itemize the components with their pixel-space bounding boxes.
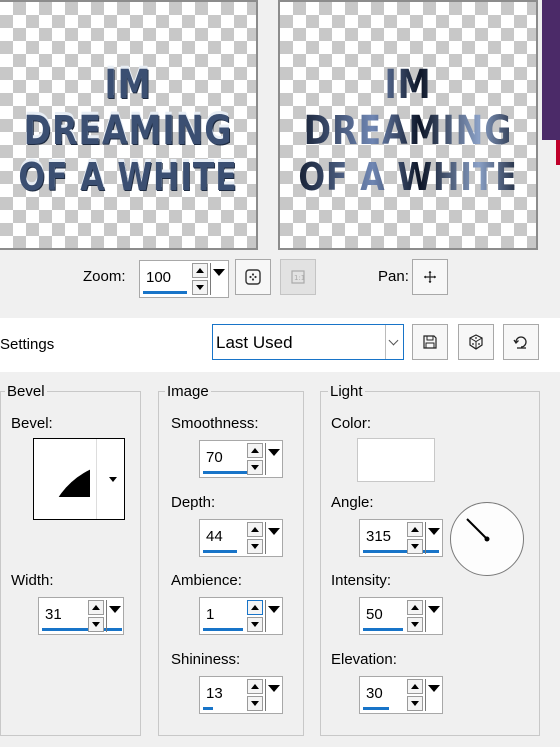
- dropdown-arrow-icon[interactable]: [109, 477, 117, 482]
- ambience-stepper-arrows[interactable]: [247, 600, 263, 632]
- smoothness-stepper-arrows[interactable]: [247, 443, 263, 475]
- width-dropdown-arrow[interactable]: [108, 600, 122, 620]
- svg-text:1:1: 1:1: [294, 274, 305, 282]
- zoom-dropdown-arrow[interactable]: [212, 263, 226, 283]
- light-group-title: Light: [328, 383, 365, 400]
- intensity-label: Intensity:: [331, 572, 392, 589]
- ambience-label: Ambience:: [171, 572, 242, 589]
- ambience-spinner[interactable]: 1: [199, 597, 283, 635]
- smoothness-value[interactable]: 70: [206, 449, 223, 466]
- preview-wordart: IM DREAMING OF A WHITE: [18, 62, 238, 199]
- randomize-button[interactable]: [458, 324, 494, 360]
- preview-wordart: IM DREAMING OF A WHITE: [280, 62, 536, 200]
- depth-dropdown-arrow[interactable]: [267, 522, 281, 542]
- intensity-dropdown-arrow[interactable]: [427, 600, 441, 620]
- smoothness-spinner[interactable]: 70: [199, 440, 283, 478]
- angle-value[interactable]: 315: [366, 528, 391, 545]
- zoom-spinner[interactable]: 100: [139, 260, 229, 298]
- angle-spinner[interactable]: 315: [359, 519, 443, 557]
- depth-label: Depth:: [171, 494, 216, 511]
- zoom-to-fit-button[interactable]: [235, 259, 271, 295]
- angle-stepper-arrows[interactable]: [407, 522, 423, 554]
- preset-value: Last Used: [216, 333, 293, 352]
- ambience-value[interactable]: 1: [206, 606, 214, 623]
- pan-button[interactable]: [412, 259, 448, 295]
- actual-size-icon: 1:1: [291, 270, 305, 284]
- background-window-edge: [542, 0, 560, 140]
- preset-dropdown[interactable]: Last Used: [212, 324, 404, 360]
- elevation-label: Elevation:: [331, 651, 397, 668]
- width-label: Width:: [11, 572, 54, 589]
- pan-label: Pan:: [378, 268, 409, 285]
- save-preset-button[interactable]: [412, 324, 448, 360]
- shininess-label: Shininess:: [171, 651, 241, 668]
- settings-label: Settings: [0, 336, 55, 353]
- dial-needle-icon: [466, 518, 490, 542]
- settings-bar: Settings Last Used: [0, 318, 560, 372]
- angle-label: Angle:: [331, 494, 374, 511]
- save-icon: [423, 335, 437, 349]
- elevation-dropdown-arrow[interactable]: [427, 679, 441, 699]
- move-icon: [424, 271, 436, 283]
- elevation-spinner[interactable]: 30: [359, 676, 443, 714]
- chevron-down-icon[interactable]: [385, 325, 403, 359]
- result-preview[interactable]: IM DREAMING OF A WHITE: [278, 0, 538, 250]
- dice-icon: [469, 334, 483, 350]
- shininess-spinner[interactable]: 13: [199, 676, 283, 714]
- ambience-dropdown-arrow[interactable]: [267, 600, 281, 620]
- depth-spinner[interactable]: 44: [199, 519, 283, 557]
- angle-dropdown-arrow[interactable]: [427, 522, 441, 542]
- width-stepper-arrows[interactable]: [88, 600, 104, 632]
- bevel-group-title: Bevel: [5, 383, 47, 400]
- shininess-stepper-arrows[interactable]: [247, 679, 263, 711]
- light-color-swatch[interactable]: [357, 438, 435, 482]
- intensity-stepper-arrows[interactable]: [407, 600, 423, 632]
- actual-size-button[interactable]: 1:1: [280, 259, 316, 295]
- angle-dial[interactable]: [450, 502, 524, 576]
- elevation-value[interactable]: 30: [366, 685, 383, 702]
- zoom-fit-icon: [245, 269, 261, 285]
- reset-icon: [513, 336, 527, 349]
- width-spinner[interactable]: 31: [38, 597, 124, 635]
- original-preview[interactable]: IM DREAMING OF A WHITE: [0, 0, 258, 250]
- zoom-label: Zoom:: [83, 268, 126, 285]
- intensity-value[interactable]: 50: [366, 606, 383, 623]
- background-window-edge: [556, 140, 560, 165]
- width-value[interactable]: 31: [45, 606, 62, 623]
- bevel-shape-icon: [48, 461, 90, 497]
- bevel-shape-picker[interactable]: [33, 438, 125, 520]
- image-group-title: Image: [165, 383, 211, 400]
- shininess-dropdown-arrow[interactable]: [267, 679, 281, 699]
- depth-stepper-arrows[interactable]: [247, 522, 263, 554]
- depth-value[interactable]: 44: [206, 528, 223, 545]
- color-label: Color:: [331, 415, 372, 432]
- elevation-stepper-arrows[interactable]: [407, 679, 423, 711]
- zoom-value[interactable]: 100: [146, 269, 171, 286]
- smoothness-dropdown-arrow[interactable]: [267, 443, 281, 463]
- shininess-value[interactable]: 13: [206, 685, 223, 702]
- zoom-stepper-arrows[interactable]: [192, 263, 208, 295]
- intensity-spinner[interactable]: 50: [359, 597, 443, 635]
- smoothness-label: Smoothness:: [171, 415, 259, 432]
- bevel-label: Bevel:: [11, 415, 53, 432]
- reset-button[interactable]: [503, 324, 539, 360]
